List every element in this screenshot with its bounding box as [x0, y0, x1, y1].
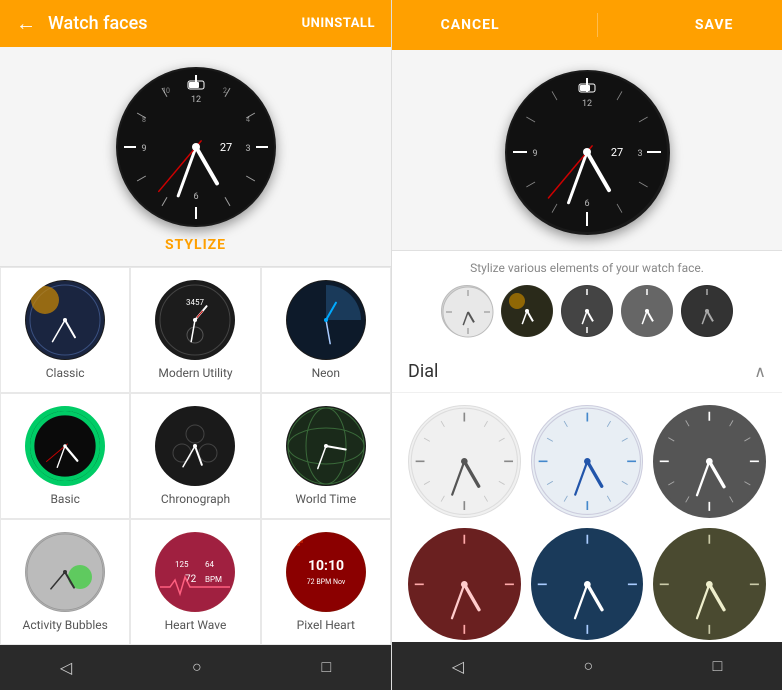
- svg-text:BPM: BPM: [205, 575, 222, 584]
- page-title: Watch faces: [48, 13, 147, 34]
- face-heart-label: Heart Wave: [165, 618, 227, 632]
- uninstall-button[interactable]: UNINSTALL: [302, 16, 375, 31]
- watch-preview-right: 27 12 6 9 3: [392, 50, 782, 250]
- recents-nav-right-icon[interactable]: □: [713, 656, 723, 676]
- face-modern-label: Modern Utility: [158, 366, 232, 380]
- dial-option-white[interactable]: [408, 405, 521, 518]
- svg-text:10:10: 10:10: [308, 558, 344, 574]
- dial-chevron-icon[interactable]: ∧: [754, 362, 766, 381]
- face-world-label: World Time: [295, 492, 356, 506]
- home-nav-right-icon[interactable]: ○: [583, 656, 593, 676]
- watch-item-activity-bubbles[interactable]: Activity Bubbles: [0, 519, 130, 645]
- face-neon-label: Neon: [312, 366, 340, 380]
- watch-item-chronograph[interactable]: Chronograph: [130, 393, 260, 519]
- face-chronograph-label: Chronograph: [161, 492, 230, 506]
- watch-item-modern-utility[interactable]: 3457 Modern Utility: [130, 267, 260, 393]
- face-activity-bubbles: [25, 532, 105, 612]
- watch-face-preview-large: 27 12 6 9 3 10 8 2 4: [116, 67, 276, 227]
- face-basic: [25, 406, 105, 486]
- home-nav-icon[interactable]: ○: [192, 657, 202, 677]
- dial-option-darkred[interactable]: [408, 528, 521, 641]
- svg-text:3: 3: [637, 149, 642, 159]
- svg-text:64: 64: [205, 560, 214, 569]
- svg-text:27: 27: [219, 141, 231, 154]
- svg-text:6: 6: [193, 192, 198, 202]
- svg-text:72 BPM Nov: 72 BPM Nov: [307, 578, 346, 586]
- face-basic-label: Basic: [50, 492, 79, 506]
- recents-nav-icon[interactable]: □: [321, 657, 331, 677]
- watch-item-classic[interactable]: Classic: [0, 267, 130, 393]
- back-nav-icon[interactable]: ◁: [60, 658, 72, 677]
- back-nav-right-icon[interactable]: ◁: [452, 657, 464, 676]
- right-watch-preview: 27 12 6 9 3: [505, 70, 670, 235]
- left-nav-bar: ◁ ○ □: [0, 645, 391, 690]
- svg-text:125: 125: [175, 560, 189, 569]
- left-panel: ← Watch faces UNINSTALL: [0, 0, 391, 690]
- stylize-hint-text: Stylize various elements of your watch f…: [408, 261, 766, 275]
- dial-options-grid: [392, 393, 782, 642]
- svg-text:6: 6: [584, 199, 589, 209]
- face-classic: [25, 280, 105, 360]
- right-header: CANCEL SAVE: [392, 0, 782, 50]
- style-option-3[interactable]: [561, 285, 613, 337]
- dial-option-olive[interactable]: [653, 528, 766, 641]
- svg-text:8: 8: [142, 116, 146, 124]
- svg-text:9: 9: [532, 149, 537, 159]
- svg-text:3: 3: [245, 144, 250, 154]
- dial-section: Dial ∧: [392, 347, 782, 642]
- left-header: ← Watch faces UNINSTALL: [0, 0, 391, 47]
- svg-text:27: 27: [610, 146, 622, 159]
- style-options-row: [408, 285, 766, 337]
- face-chronograph: [155, 406, 235, 486]
- face-pixel-label: Pixel Heart: [297, 618, 355, 632]
- svg-text:9: 9: [141, 144, 146, 154]
- face-pixel-heart: 10:10 72 BPM Nov: [286, 532, 366, 612]
- dial-option-navy[interactable]: [531, 528, 644, 641]
- dial-option-blue[interactable]: [531, 405, 644, 518]
- right-panel: CANCEL SAVE: [391, 0, 782, 690]
- watch-item-world-time[interactable]: World Time: [261, 393, 391, 519]
- style-option-5[interactable]: [681, 285, 733, 337]
- watch-preview-left: 27 12 6 9 3 10 8 2 4 STYLIZE: [0, 47, 391, 266]
- dial-title: Dial: [408, 361, 438, 382]
- face-neon: [286, 280, 366, 360]
- style-option-4[interactable]: [621, 285, 673, 337]
- watch-face-grid: Classic 3457 Modern Utility: [0, 266, 391, 645]
- face-activity-label: Activity Bubbles: [23, 618, 108, 632]
- svg-text:3457: 3457: [186, 298, 204, 307]
- watch-item-neon[interactable]: Neon: [261, 267, 391, 393]
- svg-text:10: 10: [162, 87, 170, 95]
- face-world-time: [286, 406, 366, 486]
- svg-text:4: 4: [246, 116, 250, 124]
- watch-item-pixel-heart[interactable]: 10:10 72 BPM Nov Pixel Heart: [261, 519, 391, 645]
- cancel-button[interactable]: CANCEL: [441, 17, 500, 33]
- right-nav-bar: ◁ ○ □: [392, 642, 782, 690]
- svg-text:12: 12: [190, 95, 200, 105]
- watch-item-heart-wave[interactable]: 125 64 72 BPM Heart Wave: [130, 519, 260, 645]
- stylize-label[interactable]: STYLIZE: [165, 237, 226, 253]
- svg-text:12: 12: [581, 99, 591, 109]
- header-divider: [597, 13, 598, 37]
- dial-option-dark[interactable]: [653, 405, 766, 518]
- stylize-section: Stylize various elements of your watch f…: [392, 250, 782, 347]
- save-button[interactable]: SAVE: [695, 17, 734, 33]
- header-left: ← Watch faces: [16, 11, 147, 36]
- back-button[interactable]: ←: [16, 11, 36, 36]
- face-modern-utility: 3457: [155, 280, 235, 360]
- svg-text:2: 2: [223, 87, 227, 95]
- dial-header: Dial ∧: [392, 347, 782, 393]
- face-classic-label: Classic: [46, 366, 85, 380]
- style-option-1[interactable]: [441, 285, 493, 337]
- style-option-2[interactable]: [501, 285, 553, 337]
- face-heart-wave: 125 64 72 BPM: [155, 532, 235, 612]
- watch-item-basic[interactable]: Basic: [0, 393, 130, 519]
